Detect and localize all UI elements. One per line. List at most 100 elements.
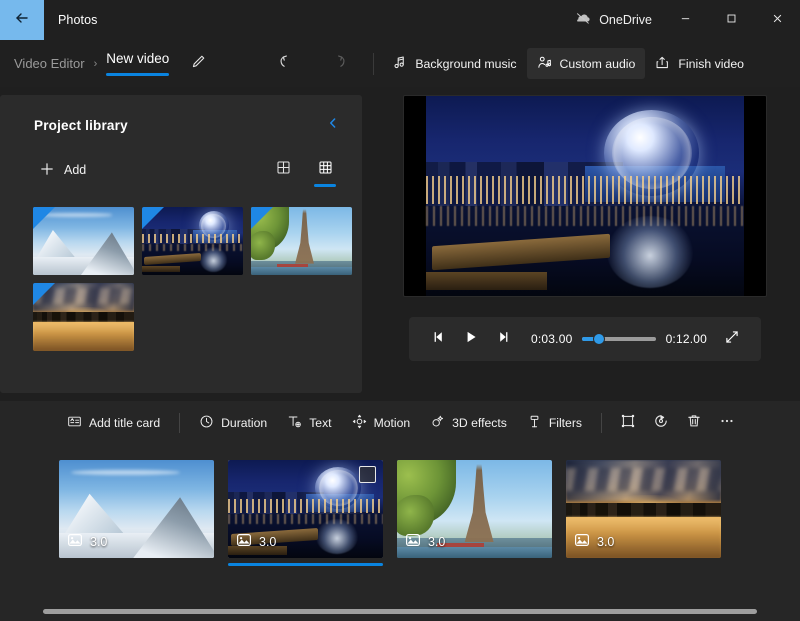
library-item-eiffel-tower[interactable] — [251, 206, 352, 275]
more-options-icon — [719, 413, 735, 434]
editor-upper-area: Project library Add 0:03.00 0:12.00 — [0, 87, 800, 401]
rotate-icon — [653, 413, 669, 434]
clip-duration-label: 3.0 — [259, 534, 277, 549]
custom-audio-label: Custom audio — [559, 56, 636, 71]
plus-icon — [40, 162, 54, 179]
clip-thumbnail[interactable]: 3.0 — [397, 460, 552, 558]
clip-duration-label: 3.0 — [597, 534, 615, 549]
storyboard-clip-sunset-city-skyline[interactable]: 3.0 — [566, 460, 721, 566]
app-title: Photos — [58, 13, 98, 27]
delete-button[interactable] — [677, 408, 710, 438]
breadcrumb-current-label: New video — [106, 51, 170, 67]
clip-selected-underline — [228, 563, 383, 566]
storyboard-divider — [179, 413, 181, 433]
library-item-vancouver-science-world[interactable] — [142, 206, 243, 275]
scrubber-thumb[interactable] — [592, 333, 605, 345]
video-preview-stage[interactable] — [403, 95, 767, 297]
add-title-card-label: Add title card — [88, 416, 161, 430]
redo-icon — [330, 53, 347, 75]
previous-frame-icon — [432, 330, 446, 349]
photo-icon — [236, 532, 252, 551]
pencil-icon — [191, 54, 206, 74]
rename-project-button[interactable] — [183, 49, 213, 79]
clip-duration-badge: 3.0 — [236, 532, 276, 551]
breadcrumb-separator: › — [93, 57, 98, 70]
selection-corner-icon — [33, 206, 55, 229]
motion-icon — [352, 414, 367, 432]
titlebar-spacer — [98, 0, 576, 40]
total-time-label: 0:12.00 — [665, 332, 707, 346]
storyboard-overflow-button[interactable] — [710, 408, 743, 438]
redo-button[interactable] — [323, 49, 353, 79]
motion-label: Motion — [373, 416, 411, 430]
photo-icon — [67, 532, 83, 551]
library-item-sunset-city-skyline[interactable] — [33, 282, 134, 351]
scrollbar-thumb[interactable] — [43, 609, 757, 614]
undo-button[interactable] — [271, 49, 301, 79]
text-button[interactable]: Text — [277, 408, 341, 438]
3d-effects-label: 3D effects — [452, 416, 507, 430]
video-preview-area: 0:03.00 0:12.00 — [362, 95, 800, 401]
library-item-snowy-mountain[interactable] — [33, 206, 134, 275]
selection-corner-icon — [33, 282, 55, 305]
onedrive-status[interactable]: OneDrive — [575, 0, 662, 40]
custom-audio-button[interactable]: Custom audio — [526, 48, 646, 79]
playback-scrubber[interactable] — [582, 331, 656, 347]
delete-trash-icon — [686, 413, 702, 434]
clip-thumbnail[interactable]: 3.0 — [59, 460, 214, 558]
add-title-card-button[interactable]: Add title card — [57, 408, 170, 438]
clip-thumbnail[interactable]: 3.0 — [566, 460, 721, 558]
duration-button[interactable]: Duration — [189, 408, 277, 438]
minimize-button[interactable] — [662, 0, 708, 40]
library-view-toggle — [268, 154, 340, 187]
close-icon — [772, 11, 783, 29]
onedrive-cloud-icon — [575, 10, 592, 30]
breadcrumb-new-video[interactable]: New video — [106, 51, 170, 76]
export-share-icon — [655, 55, 670, 73]
storyboard-clip-eiffel-tower[interactable]: 3.0 — [397, 460, 552, 566]
undo-redo-group — [271, 49, 353, 79]
view-small-thumbnails-button[interactable] — [310, 154, 340, 187]
chevron-left-icon — [327, 116, 339, 134]
project-library-panel: Project library Add — [0, 95, 362, 393]
previous-frame-button[interactable] — [423, 324, 455, 354]
fullscreen-button[interactable] — [717, 324, 747, 354]
crop-resize-button[interactable] — [611, 408, 644, 438]
text-label: Text — [309, 416, 332, 430]
storyboard-clip-vancouver-science-world[interactable]: 3.0 — [228, 460, 383, 566]
current-time-label: 0:03.00 — [531, 332, 573, 346]
breadcrumb: Video Editor › New video — [14, 51, 170, 76]
play-button[interactable] — [455, 324, 487, 354]
storyboard-horizontal-scrollbar[interactable] — [43, 609, 757, 614]
background-music-label: Background music — [415, 56, 517, 71]
playback-controls: 0:03.00 0:12.00 — [409, 317, 761, 361]
onedrive-label: OneDrive — [599, 13, 652, 27]
library-collapse-button[interactable] — [320, 112, 346, 138]
breadcrumb-video-editor[interactable]: Video Editor — [14, 56, 85, 71]
background-music-button[interactable]: Background music — [382, 48, 526, 79]
maximize-button[interactable] — [708, 0, 754, 40]
view-large-thumbnails-button[interactable] — [268, 154, 298, 187]
window-controls — [662, 0, 800, 40]
play-icon — [464, 330, 478, 349]
filters-button[interactable]: Filters — [517, 408, 592, 438]
next-frame-button[interactable] — [487, 324, 519, 354]
rotate-button[interactable] — [644, 408, 677, 438]
clip-duration-badge: 3.0 — [67, 532, 107, 551]
close-button[interactable] — [754, 0, 800, 40]
storyboard-clip-strip: 3.0 3.0 3.0 3.0 — [0, 445, 800, 621]
expand-icon — [725, 330, 739, 349]
motion-button[interactable]: Motion — [342, 408, 421, 438]
back-button[interactable] — [0, 0, 44, 40]
add-media-button[interactable]: Add — [38, 155, 94, 185]
finish-video-button[interactable]: Finish video — [645, 48, 754, 79]
selection-corner-icon — [142, 206, 164, 229]
clip-thumbnail[interactable]: 3.0 — [228, 460, 383, 558]
3d-effects-button[interactable]: 3D effects — [420, 408, 517, 438]
library-thumbnail-grid — [0, 187, 362, 351]
finish-video-label: Finish video — [678, 56, 744, 71]
clip-selection-checkbox[interactable] — [359, 466, 376, 483]
command-overflow-button[interactable] — [758, 49, 789, 79]
storyboard-clip-snowy-mountain[interactable]: 3.0 — [59, 460, 214, 566]
person-audio-icon — [537, 55, 552, 73]
